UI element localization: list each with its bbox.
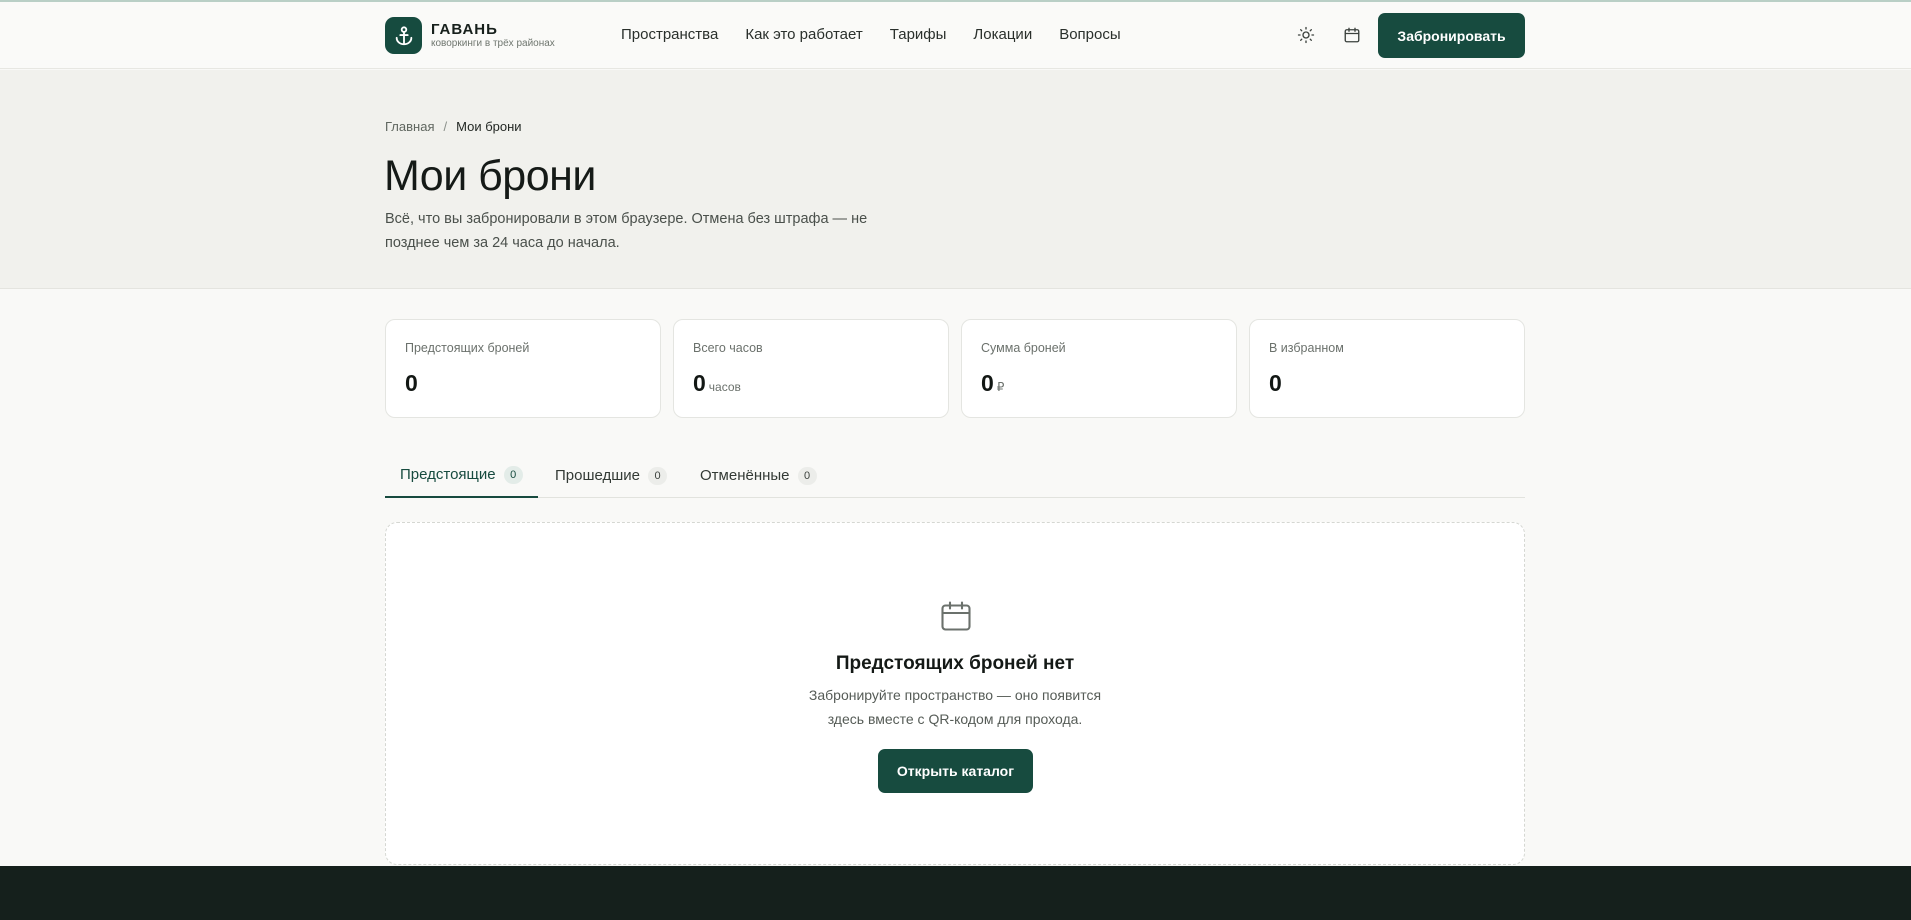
empty-state-text-line: Забронируйте пространство — оно появится — [808, 687, 1102, 703]
page-hero: Главная / Мои брони Мои брони Всё, что в… — [0, 70, 1911, 289]
logo[interactable]: ГАВАНЬ коворкинги в трёх районах — [385, 17, 555, 54]
tab-cancelled[interactable]: Отменённые 0 — [700, 453, 817, 498]
stat-unit: часов — [708, 380, 741, 394]
tab-label: Предстоящие — [400, 466, 496, 483]
nav-item-locations[interactable]: Локации — [973, 26, 1032, 43]
open-catalog-button[interactable]: Открыть каталог — [878, 749, 1033, 793]
site-footer — [0, 866, 1911, 920]
empty-state-text-line: здесь вместе с QR-кодом для прохода. — [827, 711, 1083, 727]
tab-past[interactable]: Прошедшие 0 — [555, 453, 668, 498]
breadcrumb: Главная / Мои брони — [385, 119, 522, 134]
stat-label: Предстоящих броней — [405, 341, 530, 355]
stat-value-wrap: 0 — [405, 370, 418, 397]
tab-count-badge: 0 — [648, 466, 668, 485]
anchor-icon — [385, 17, 422, 54]
stat-value-wrap: 0 часов — [693, 370, 741, 397]
calendar-icon — [938, 598, 974, 634]
stat-value: 0 — [981, 370, 994, 396]
stat-card-hours: Всего часов 0 часов — [673, 319, 949, 418]
empty-state-text: Забронируйте пространство — оно появится… — [386, 683, 1524, 731]
stat-value-wrap: 0 ₽ — [981, 370, 1004, 397]
bookings-tabs: Предстоящие 0 Прошедшие 0 Отменённые 0 — [385, 453, 1525, 498]
main-nav: Пространства Как это работает Тарифы Лок… — [621, 26, 1148, 43]
nav-item-faq[interactable]: Вопросы — [1059, 26, 1120, 43]
stat-unit: ₽ — [996, 380, 1005, 394]
brand-tagline: коворкинги в трёх районах — [431, 38, 555, 49]
page-title: Мои брони — [384, 152, 596, 200]
site-header: ГАВАНЬ коворкинги в трёх районах Простра… — [0, 2, 1911, 69]
tab-upcoming[interactable]: Предстоящие 0 — [385, 453, 538, 498]
tab-count-badge: 0 — [503, 465, 523, 484]
tab-count-badge: 0 — [797, 466, 817, 485]
stat-value: 0 — [693, 370, 706, 396]
stat-value: 0 — [405, 370, 418, 396]
stat-label: В избранном — [1269, 341, 1344, 355]
brand-name: ГАВАНЬ — [431, 21, 498, 38]
empty-state-title: Предстоящих броней нет — [835, 653, 1075, 674]
calendar-icon[interactable] — [1341, 24, 1363, 46]
stat-value-wrap: 0 — [1269, 370, 1282, 397]
nav-item-spaces[interactable]: Пространства — [621, 26, 718, 43]
stat-value: 0 — [1269, 370, 1282, 396]
breadcrumb-current: Мои брони — [456, 119, 522, 134]
book-button[interactable]: Забронировать — [1378, 13, 1525, 58]
tab-label: Отменённые — [700, 467, 790, 484]
page-subtitle: Всё, что вы забронировали в этом браузер… — [385, 211, 868, 251]
breadcrumb-separator: / — [443, 119, 448, 134]
stat-card-upcoming: Предстоящих броней 0 — [385, 319, 661, 418]
stat-card-total-sum: Сумма броней 0 ₽ — [961, 319, 1237, 418]
sun-icon[interactable] — [1295, 24, 1317, 46]
tab-label: Прошедшие — [555, 467, 641, 484]
stat-card-favorites: В избранном 0 — [1249, 319, 1525, 418]
empty-state: Предстоящих броней нет Забронируйте прос… — [385, 522, 1525, 865]
breadcrumb-home[interactable]: Главная — [385, 119, 434, 134]
nav-item-how-it-works[interactable]: Как это работает — [745, 26, 862, 43]
stat-label: Сумма броней — [981, 341, 1066, 355]
stat-label: Всего часов — [693, 341, 763, 355]
nav-item-pricing[interactable]: Тарифы — [890, 26, 947, 43]
stats-row: Предстоящих броней 0 Всего часов 0 часов… — [385, 319, 1537, 418]
